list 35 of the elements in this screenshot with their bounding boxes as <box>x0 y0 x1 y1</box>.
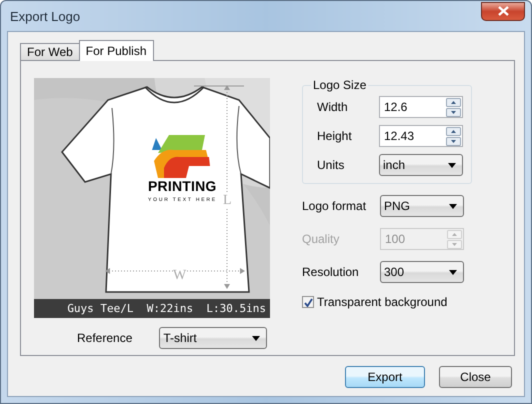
export-button[interactable]: Export <box>345 366 425 388</box>
dropdown[interactable]: inch <box>379 154 463 176</box>
dropdown-arrow-icon <box>448 162 456 168</box>
checkbox-label: Transparent background <box>317 295 448 309</box>
field-label: Height <box>317 129 352 143</box>
close-dialog-button[interactable]: Close <box>439 366 512 388</box>
close-icon <box>498 6 508 16</box>
reference-dropdown[interactable]: T-shirt <box>159 327 268 349</box>
spin-down-icon[interactable] <box>446 108 461 116</box>
dropdown-arrow-icon <box>449 270 457 274</box>
field-label: Units <box>317 158 344 172</box>
field-label: Logo format <box>302 199 366 213</box>
preview-caption: Guys Tee/L W:22ins L:30.5ins <box>34 299 270 318</box>
tab[interactable]: For Web <box>20 43 80 60</box>
dropdown-arrow-icon <box>449 204 457 208</box>
tab[interactable]: For Publish <box>78 40 154 61</box>
dropdown[interactable]: 300 <box>380 261 464 283</box>
spin-up-icon[interactable] <box>446 98 461 106</box>
spin-up-icon[interactable] <box>446 126 461 136</box>
length-label: L <box>223 193 232 209</box>
close-button[interactable] <box>481 2 525 20</box>
number-field[interactable]: 12.6 <box>379 96 463 118</box>
field-label: Quality <box>302 232 340 246</box>
spin-down-icon[interactable] <box>446 136 461 146</box>
field-label: Resolution <box>302 265 359 279</box>
dropdown[interactable]: PNG <box>380 195 464 217</box>
checkbox[interactable] <box>302 296 314 308</box>
dropdown-arrow-icon <box>252 336 260 340</box>
logo-title: PRINTING <box>148 178 216 194</box>
number-field[interactable]: 12.43 <box>379 125 463 147</box>
checkmark-icon <box>304 298 312 306</box>
reference-label: Reference <box>77 331 132 345</box>
group-title: Logo Size <box>312 78 368 92</box>
field-label: Width <box>317 100 348 114</box>
window-title: Export Logo <box>10 8 80 24</box>
